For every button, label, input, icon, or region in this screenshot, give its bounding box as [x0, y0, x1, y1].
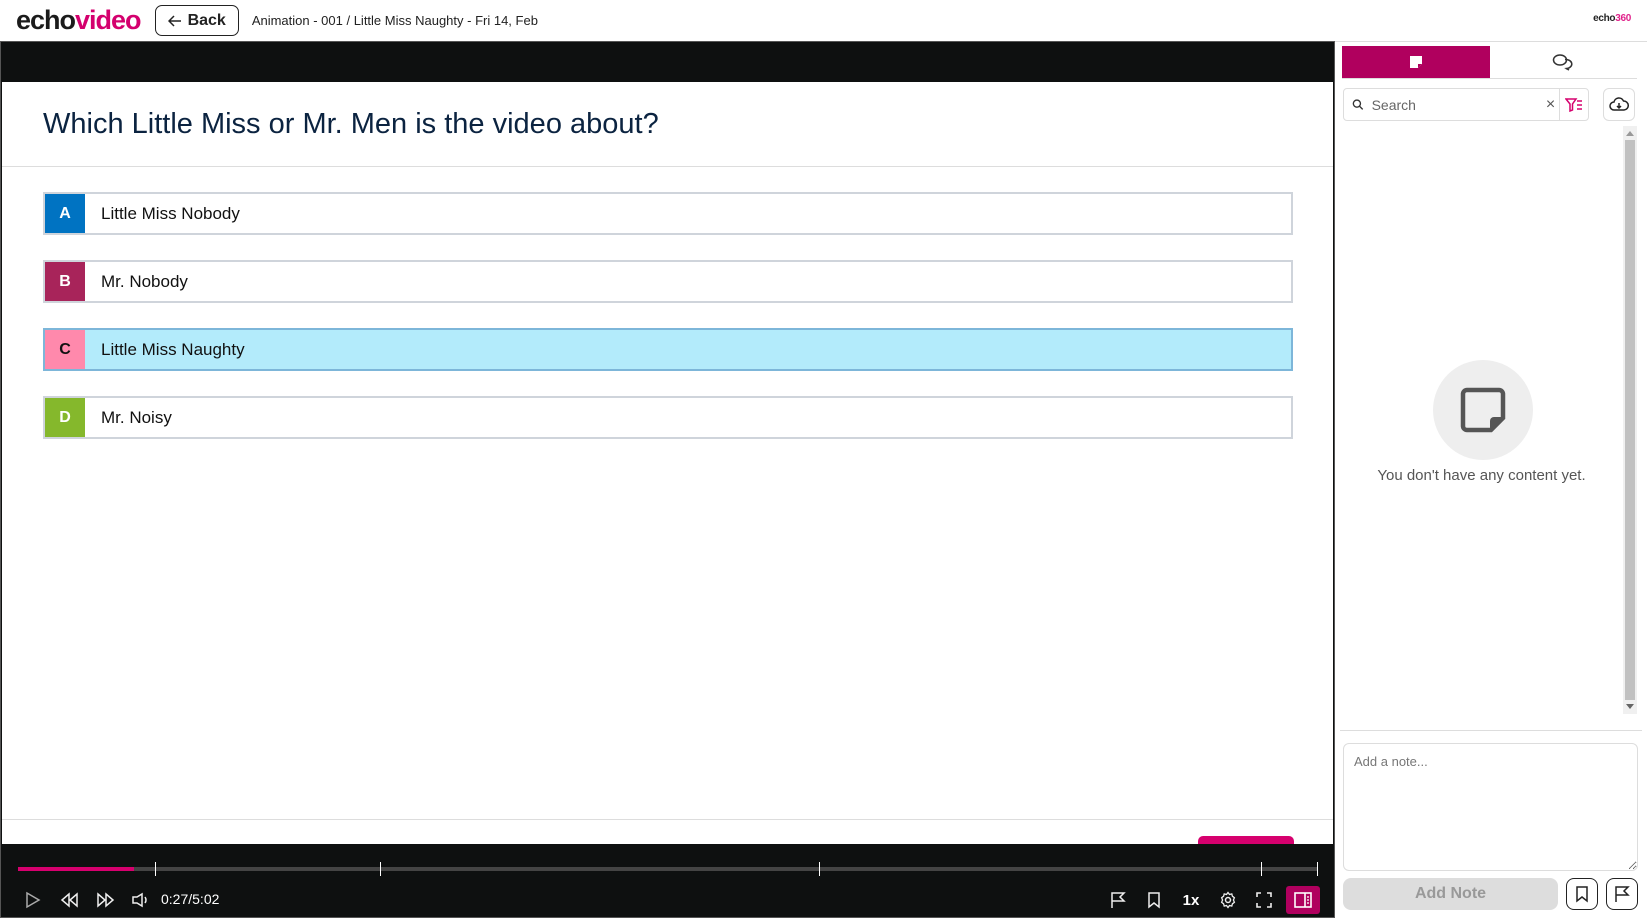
seek-progress	[18, 867, 134, 871]
playback-speed-button[interactable]: 1x	[1174, 886, 1208, 914]
rewind-button[interactable]	[53, 886, 87, 914]
divider	[1340, 730, 1642, 731]
filter-icon	[1565, 97, 1583, 112]
volume-button[interactable]	[124, 886, 158, 914]
player-controls: 0:27/5:02 1x	[1, 844, 1334, 917]
divider	[2, 819, 1333, 820]
add-note-button[interactable]: Add Note	[1343, 878, 1558, 910]
echo360-logo: echo360	[1593, 13, 1631, 24]
search-box: ×	[1343, 88, 1589, 121]
option-text: Little Miss Naughty	[101, 339, 245, 359]
note-icon	[1409, 56, 1422, 68]
quiz-options: A Little Miss Nobody B Mr. Nobody C Little Mi…	[43, 192, 1293, 464]
empty-state-text: You don't have any content yet.	[1377, 467, 1586, 484]
toggle-sidebar-button[interactable]	[1286, 886, 1320, 914]
bookmark-note-button[interactable]	[1566, 878, 1598, 910]
divider	[2, 166, 1333, 167]
time-display: 0:27/5:02	[161, 891, 220, 907]
add-note-textarea[interactable]	[1343, 743, 1638, 871]
option-letter: D	[45, 398, 85, 437]
option-text: Mr. Nobody	[101, 271, 188, 291]
bookmark-button[interactable]	[1137, 886, 1171, 914]
scroll-up-arrow-icon[interactable]	[1626, 131, 1634, 136]
option-text: Mr. Noisy	[101, 407, 172, 427]
flag-note-button[interactable]	[1606, 878, 1638, 910]
scroll-thumb[interactable]	[1625, 140, 1635, 700]
fullscreen-button[interactable]	[1247, 886, 1281, 914]
timeline-marker[interactable]	[819, 862, 821, 876]
search-input[interactable]	[1371, 96, 1542, 113]
bookmark-icon	[1576, 886, 1588, 903]
echovideo-logo: echovideo	[16, 5, 142, 35]
seek-bar[interactable]	[18, 862, 1318, 876]
timeline-marker[interactable]	[1261, 862, 1263, 876]
bookmark-icon	[1148, 892, 1160, 909]
play-icon	[26, 891, 41, 909]
tab-discussions[interactable]	[1490, 46, 1638, 78]
breadcrumb: Animation - 001 / Little Miss Naughty - …	[251, 13, 538, 28]
filter-button[interactable]	[1559, 89, 1588, 120]
scroll-down-arrow-icon[interactable]	[1626, 704, 1634, 709]
quiz-option-b[interactable]: B Mr. Nobody	[43, 260, 1293, 303]
settings-button[interactable]	[1211, 886, 1245, 914]
flag-button[interactable]	[1101, 886, 1135, 914]
download-button[interactable]	[1603, 88, 1635, 121]
tab-notes[interactable]	[1342, 46, 1490, 78]
quiz-option-a[interactable]: A Little Miss Nobody	[43, 192, 1293, 235]
notes-scrollbar[interactable]	[1623, 126, 1637, 714]
play-button[interactable]	[16, 886, 50, 914]
back-label: Back	[187, 11, 226, 29]
empty-state-illustration	[1433, 360, 1533, 460]
timeline-marker[interactable]	[1317, 862, 1318, 876]
fast-forward-icon	[97, 892, 115, 908]
clear-search-icon[interactable]: ×	[1542, 96, 1560, 114]
chat-bubbles-icon	[1553, 54, 1573, 71]
quiz-option-d[interactable]: D Mr. Noisy	[43, 396, 1293, 439]
search-icon	[1352, 99, 1364, 110]
quiz-option-c[interactable]: C Little Miss Naughty	[43, 328, 1293, 371]
option-letter: C	[45, 330, 85, 369]
gear-icon	[1220, 891, 1236, 909]
player-top-bar	[1, 42, 1334, 82]
cloud-download-icon	[1609, 96, 1629, 111]
volume-icon	[132, 892, 147, 908]
sticky-note-icon	[1460, 387, 1506, 433]
timeline-marker[interactable]	[154, 862, 156, 876]
quiz-panel: Which Little Miss or Mr. Men is the vide…	[2, 82, 1333, 868]
fast-forward-button[interactable]	[88, 886, 122, 914]
app-header: echovideo Back Animation - 001 / Little …	[0, 0, 1647, 41]
arrow-left-icon	[167, 14, 181, 27]
option-letter: A	[45, 194, 85, 233]
control-row: 0:27/5:02 1x	[1, 886, 1334, 914]
option-letter: B	[45, 262, 85, 301]
sidebar-panel-icon	[1294, 892, 1312, 908]
fullscreen-icon	[1256, 892, 1272, 908]
option-text: Little Miss Nobody	[101, 203, 240, 223]
timeline-marker[interactable]	[379, 862, 381, 876]
quiz-question: Which Little Miss or Mr. Men is the vide…	[43, 107, 659, 140]
sidebar-tabs	[1342, 46, 1637, 79]
notes-sidebar: × You don't have any content yet. Add No…	[1335, 41, 1647, 918]
back-button[interactable]: Back	[154, 5, 239, 36]
flag-icon	[1111, 892, 1126, 908]
video-player: Which Little Miss or Mr. Men is the vide…	[0, 41, 1335, 918]
flag-icon	[1615, 886, 1630, 902]
rewind-icon	[60, 892, 78, 908]
